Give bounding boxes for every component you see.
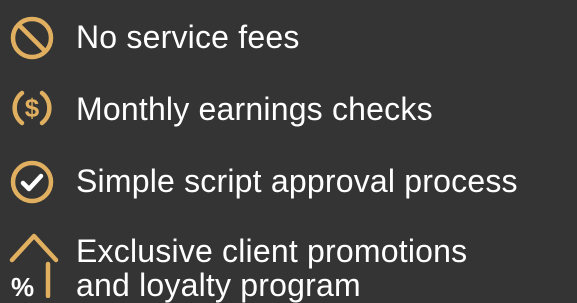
percent-symbol: % [11, 272, 34, 298]
feature-label-line-2: and loyalty program [76, 267, 361, 303]
feature-label: Monthly earnings checks [76, 91, 433, 127]
feature-label: Simple script approval process [76, 163, 518, 199]
percent-arrow-up-icon: % [8, 232, 60, 298]
dollar-circle-icon: $ [8, 84, 56, 132]
feature-label: Exclusive client promotions and loyalty … [76, 234, 467, 302]
dollar-symbol: $ [25, 93, 40, 123]
feature-label-line-1: Exclusive client promotions [76, 233, 468, 269]
feature-label: No service fees [76, 19, 300, 55]
check-circle-icon [8, 158, 56, 206]
feature-list: No service fees $ Monthly earnings check… [0, 0, 577, 303]
no-sign-icon [8, 14, 56, 62]
